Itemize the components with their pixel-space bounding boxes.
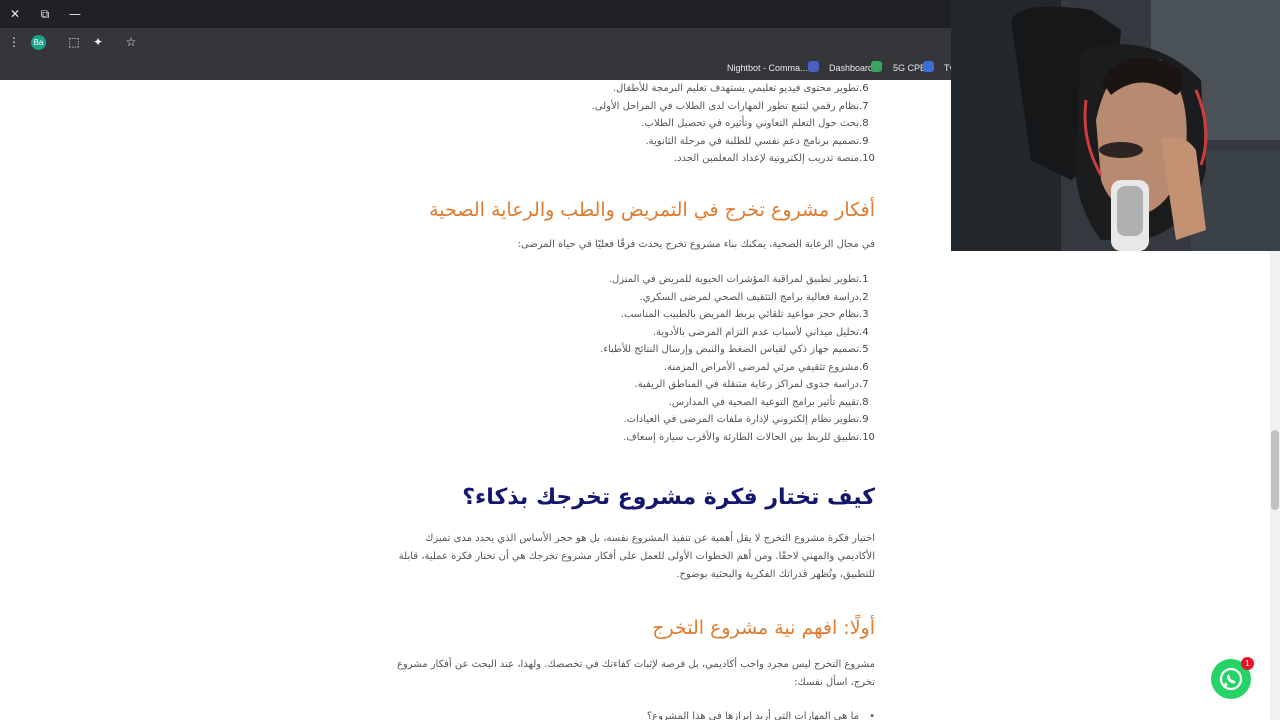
list-item: 10.منصة تدريب إلكترونية لإعداد المعلمين …	[673, 153, 875, 164]
heading-choose-idea: كيف تختار فكرة مشروع تخرجك بذكاء؟	[462, 485, 875, 510]
list-item: 9.تطوير نظام إلكتروني لإدارة ملفات المرض…	[623, 414, 869, 425]
list-item: 9.تصميم برنامج دعم نفسي للطلبة في مرحلة …	[645, 135, 869, 147]
bookmark-dashboard-icon	[871, 61, 882, 72]
list-item: 8.تقييم تأثير برامج التوعية الصحية في ال…	[668, 396, 869, 408]
education-ideas-list: 6.تطوير محتوى فيديو تعليمي يستهدف تعليم …	[592, 80, 875, 168]
intro-medical: في مجال الرعاية الصحية، يمكنك بناء مشروع…	[517, 239, 875, 250]
bullet-item: •ما هي المهارات التي أريد إبرازها في هذا…	[646, 711, 875, 720]
bookmark-5g-cpe-icon	[923, 61, 934, 72]
list-item: 5.تصميم جهاز ذكي لقياس الضغط والنبض وإرس…	[600, 344, 869, 355]
extensions-icon[interactable]: ⬚	[65, 33, 83, 51]
chat-notification-badge: 1	[1241, 657, 1254, 670]
list-item: 7.دراسة جدوى لمراكز رعاية متنقلة في المن…	[634, 379, 869, 390]
list-item: 1.تطوير تطبيق لمراقبة المؤشرات الحيوية ل…	[608, 274, 869, 285]
paragraph-first-step: مشروع التخرج ليس مجرد واجب أكاديمي، بل ف…	[396, 659, 875, 688]
list-item: 6.تطوير محتوى فيديو تعليمي يستهدف تعليم …	[612, 83, 869, 94]
puzzle-icon[interactable]: ✦	[89, 33, 107, 51]
heading-medical-ideas: أفكار مشروع تخرج في التمريض والطب والرعا…	[429, 199, 875, 221]
webcam-streamer-image	[951, 0, 1280, 251]
bookmark-nightbot-icon	[808, 61, 819, 72]
list-item: 7.نظام رقمي لتتبع تطور المهارات لدى الطل…	[591, 100, 869, 112]
bookmark-nightbot[interactable]: Nightbot - Comma...	[727, 60, 808, 76]
scrollbar-thumb[interactable]	[1271, 430, 1279, 510]
profile-avatar[interactable]: Ba	[31, 35, 46, 50]
webcam-overlay	[951, 0, 1280, 251]
close-window-icon[interactable]: ✕	[5, 4, 25, 24]
list-item: 6.مشروع تثقيفي مرئي لمرضى الأمراض المزمن…	[663, 361, 869, 373]
menu-icon[interactable]: ⋮	[5, 33, 23, 51]
paragraph-choose-idea: اختيار فكرة مشروع التخرج لا يقل أهمية عن…	[398, 533, 875, 580]
restore-window-icon[interactable]: ⧉	[35, 4, 55, 24]
list-item: 2.دراسة فعالية برامج التثقيف الصحي لمرضى…	[639, 291, 869, 303]
list-item: 10.تطبيق للربط بين الحالات الطارئة والأق…	[623, 431, 875, 443]
bookmark-dashboard[interactable]: Dashboard	[829, 60, 873, 76]
minimize-window-icon[interactable]: —	[65, 4, 85, 24]
bookmark-5g-cpe[interactable]: 5G CPE	[893, 60, 926, 76]
list-item: 4.تحليل ميداني لأسباب عدم التزام المرضى …	[652, 326, 869, 338]
medical-ideas-list: 1.تطوير تطبيق لمراقبة المؤشرات الحيوية ل…	[600, 271, 875, 446]
bookmark-star-icon[interactable]: ☆	[122, 33, 140, 51]
list-item: 3.نظام حجز مواعيد تلقائي يربط المريض بال…	[620, 309, 869, 320]
heading-first-step: أولًا: افهم نية مشروع التخرج	[652, 617, 875, 639]
list-item: 8.بحث حول التعلم التعاوني وتأثيره في تحص…	[641, 118, 869, 129]
